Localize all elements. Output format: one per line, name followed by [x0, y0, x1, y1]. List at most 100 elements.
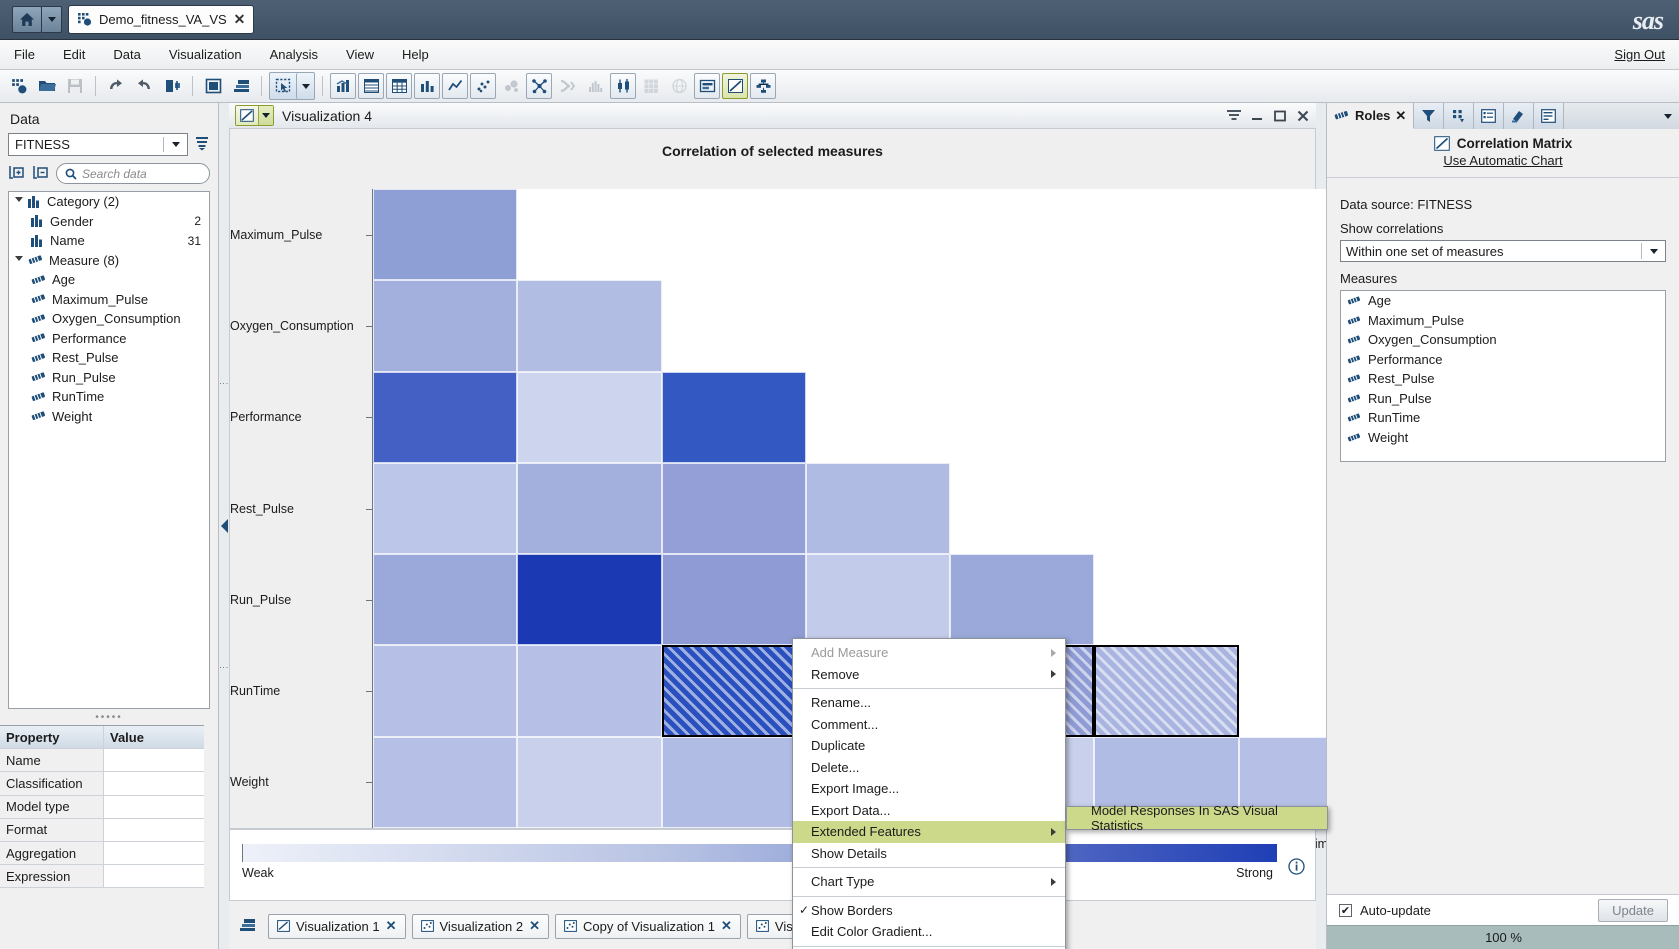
- tab-properties[interactable]: [1474, 103, 1505, 129]
- tree-node-rest-pulse[interactable]: Rest_Pulse: [9, 348, 209, 368]
- menu-item-show-details[interactable]: Show Details: [793, 843, 1065, 865]
- matrix-cell[interactable]: [517, 462, 662, 555]
- table-row[interactable]: Format: [0, 818, 204, 842]
- auto-chart-icon[interactable]: [330, 73, 356, 99]
- list-item[interactable]: Run_Pulse: [1341, 389, 1665, 409]
- table-row[interactable]: Name: [0, 749, 204, 773]
- visualization-type-dropdown-icon[interactable]: [258, 106, 273, 125]
- data-source-select[interactable]: FITNESS: [8, 133, 188, 156]
- show-correlations-select[interactable]: Within one set of measures: [1340, 240, 1666, 262]
- data-menu-icon[interactable]: [194, 135, 210, 154]
- property-value[interactable]: [104, 795, 204, 819]
- matrix-cell[interactable]: [373, 645, 518, 737]
- update-button[interactable]: Update: [1598, 898, 1668, 922]
- matrix-cell[interactable]: [373, 189, 518, 281]
- table-row[interactable]: Classification: [0, 772, 204, 796]
- expand-all-icon[interactable]: [8, 164, 24, 183]
- bubble-icon[interactable]: [498, 73, 524, 99]
- matrix-cell[interactable]: [661, 371, 806, 463]
- property-value[interactable]: [104, 818, 204, 842]
- matrix-cell[interactable]: [517, 645, 662, 737]
- matrix-cell[interactable]: [517, 371, 662, 463]
- redo-icon[interactable]: [131, 73, 157, 99]
- collapse-all-icon[interactable]: [32, 164, 48, 183]
- decision-tree-icon[interactable]: [750, 73, 776, 99]
- menu-data[interactable]: Data: [99, 43, 154, 66]
- use-automatic-chart-link[interactable]: Use Automatic Chart: [1327, 153, 1679, 178]
- matrix-cell[interactable]: [950, 554, 1095, 646]
- table-row[interactable]: Aggregation: [0, 841, 204, 866]
- open-icon[interactable]: [34, 73, 60, 99]
- new-icon[interactable]: [6, 73, 32, 99]
- menu-file[interactable]: File: [0, 43, 49, 66]
- tree-node-runtime[interactable]: RunTime: [9, 387, 209, 407]
- matrix-cell[interactable]: [373, 554, 518, 646]
- tab-visualization-2[interactable]: Visualization 2 ✕: [411, 913, 549, 939]
- table-icon[interactable]: [386, 73, 412, 99]
- list-item[interactable]: Oxygen_Consumption: [1341, 330, 1665, 350]
- panel-resize-handle[interactable]: •••••: [0, 709, 218, 725]
- menu-item-delete[interactable]: Delete...: [793, 757, 1065, 779]
- menu-item-export-data[interactable]: Export Data...: [793, 800, 1065, 822]
- context-submenu[interactable]: Model Responses In SAS Visual Statistics: [1066, 803, 1328, 833]
- correlation-matrix-icon[interactable]: [722, 73, 748, 99]
- tab-display-rules[interactable]: [1534, 103, 1565, 129]
- matrix-cell[interactable]: [661, 736, 806, 828]
- property-value[interactable]: [104, 841, 204, 866]
- tree-node-maximum-pulse[interactable]: Maximum_Pulse: [9, 290, 209, 310]
- tab-styles[interactable]: [1504, 103, 1535, 129]
- tab-close-button[interactable]: ✕: [1395, 108, 1406, 124]
- menu-item-remove[interactable]: Remove: [793, 664, 1065, 686]
- filter-icon[interactable]: [1227, 109, 1241, 123]
- matrix-cell[interactable]: [373, 280, 518, 372]
- select-mode-icon[interactable]: [270, 73, 296, 99]
- property-value[interactable]: [104, 865, 204, 889]
- matrix-cell[interactable]: [517, 736, 662, 828]
- chevron-down-icon[interactable]: [15, 255, 23, 265]
- tree-node-oxygen-consumption[interactable]: Oxygen_Consumption: [9, 309, 209, 329]
- geo-map-icon[interactable]: [666, 73, 692, 99]
- treemap-icon[interactable]: [638, 73, 664, 99]
- maximize-icon[interactable]: [1273, 109, 1287, 123]
- tree-node-weight[interactable]: Weight: [9, 407, 209, 427]
- matrix-cell[interactable]: [805, 554, 951, 646]
- matrix-cell[interactable]: [517, 554, 662, 646]
- list-item[interactable]: Performance: [1341, 350, 1665, 370]
- tree-node-measure[interactable]: Measure (8): [9, 251, 209, 271]
- tab-filters[interactable]: [1414, 103, 1445, 129]
- crosstab-icon[interactable]: [358, 73, 384, 99]
- gauge-icon[interactable]: [694, 73, 720, 99]
- menu-item-show-borders[interactable]: ✓ Show Borders: [793, 900, 1065, 922]
- scatter-icon[interactable]: [470, 73, 496, 99]
- menu-item-export-image[interactable]: Export Image...: [793, 778, 1065, 800]
- matrix-cell[interactable]: [661, 554, 806, 646]
- context-menu[interactable]: Add Measure Remove Rename... Comment... Dupl…: [792, 638, 1066, 949]
- tree-node-gender[interactable]: Gender 2: [9, 212, 209, 232]
- histogram-icon[interactable]: [582, 73, 608, 99]
- chevron-down-icon[interactable]: [15, 197, 23, 206]
- data-tree[interactable]: Category (2) Gender 2 Name 31 Measure (8…: [8, 191, 210, 709]
- menu-analysis[interactable]: Analysis: [256, 43, 332, 66]
- line-chart-icon[interactable]: [442, 73, 468, 99]
- list-item[interactable]: Weight: [1341, 428, 1665, 448]
- app-tab[interactable]: Demo_fitness_VA_VS ✕: [68, 5, 255, 34]
- sign-out-link[interactable]: Sign Out: [1614, 47, 1665, 62]
- app-tab-close-button[interactable]: ✕: [234, 11, 246, 28]
- menu-visualization[interactable]: Visualization: [155, 43, 256, 66]
- tree-node-performance[interactable]: Performance: [9, 329, 209, 349]
- close-icon[interactable]: [1296, 109, 1310, 123]
- measures-list[interactable]: Age Maximum_Pulse Oxygen_Consumption Per…: [1340, 290, 1666, 462]
- tree-node-category[interactable]: Category (2): [9, 192, 209, 212]
- property-value[interactable]: [104, 772, 204, 796]
- table-row[interactable]: Model type: [0, 795, 204, 819]
- select-mode-dropdown-icon[interactable]: [296, 73, 314, 99]
- collapse-left-icon[interactable]: [220, 519, 228, 533]
- layers-icon[interactable]: [233, 917, 262, 936]
- tab-close-button[interactable]: ✕: [386, 918, 397, 934]
- network-icon[interactable]: [526, 73, 552, 99]
- matrix-cell[interactable]: [1094, 645, 1239, 737]
- info-icon[interactable]: [1288, 858, 1305, 878]
- matrix-cell[interactable]: [373, 371, 518, 463]
- left-splitter[interactable]: ⋮ ⋮: [219, 103, 229, 949]
- home-dropdown-button[interactable]: [42, 6, 62, 33]
